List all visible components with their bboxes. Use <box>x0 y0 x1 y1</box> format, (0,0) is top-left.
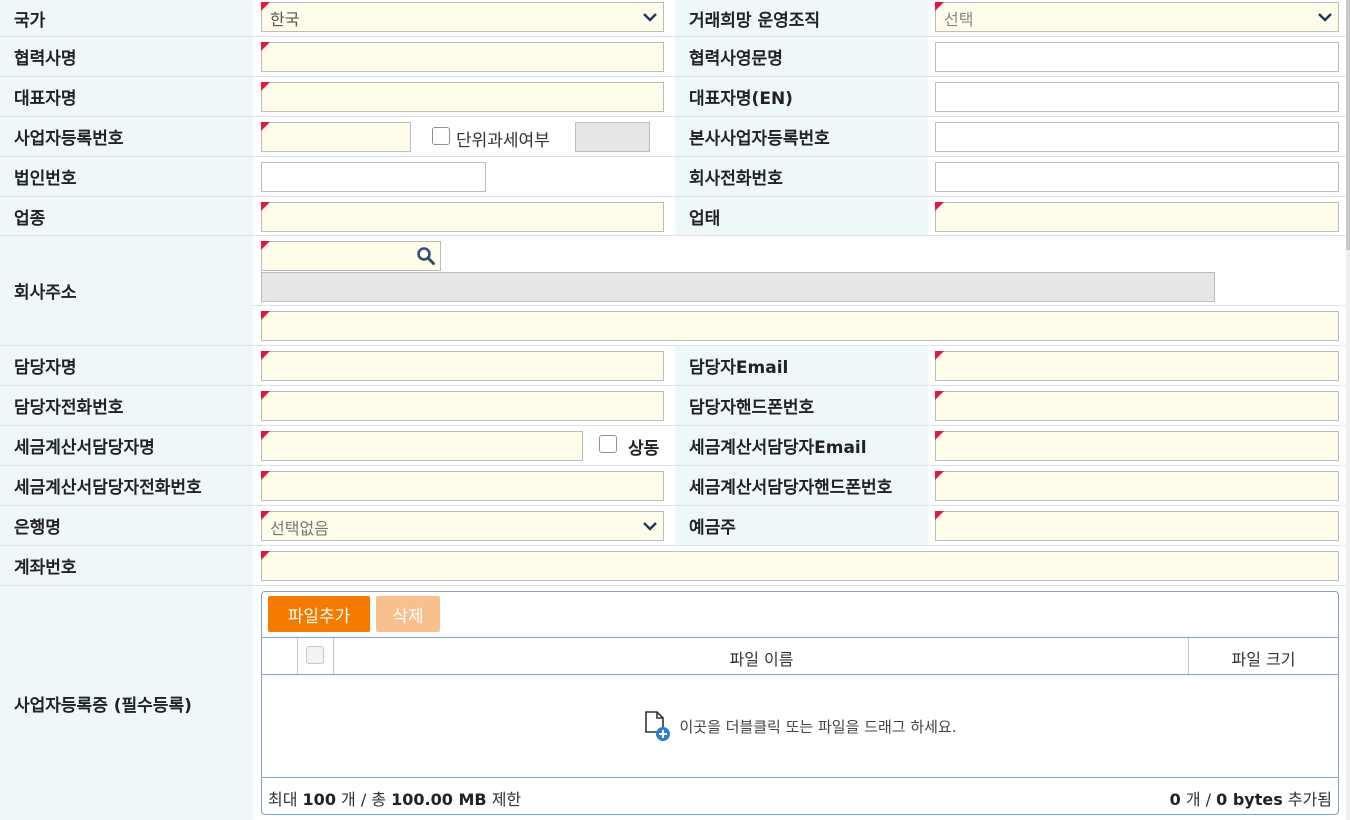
label-corp-no: 법인번호 <box>0 157 253 196</box>
zipcode-input[interactable] <box>261 241 441 271</box>
page-scrollbar[interactable] <box>1346 0 1350 820</box>
depositor-input[interactable] <box>935 511 1339 541</box>
label-partner-name-en: 협력사영문명 <box>675 37 928 76</box>
label-tax-manager-name: 세금계산서담당자명 <box>0 426 253 465</box>
country-select[interactable]: 한국 <box>261 2 664 32</box>
label-trade-org: 거래희망 운영조직 <box>675 0 928 36</box>
chevron-down-icon <box>1318 13 1332 22</box>
business-category-input[interactable] <box>935 202 1339 232</box>
label-partner-name: 협력사명 <box>0 37 253 76</box>
same-as-manager-label: 상동 <box>628 439 660 459</box>
bank-select-value: 선택없음 <box>270 519 329 538</box>
file-table-header: 파일 이름 파일 크기 <box>262 637 1338 675</box>
company-phone-input[interactable] <box>935 162 1339 192</box>
file-drop-zone[interactable]: 이곳을 더블클릭 또는 파일을 드래그 하세요. <box>262 676 1338 776</box>
label-account-no: 계좌번호 <box>0 546 253 585</box>
hq-biz-no-input[interactable] <box>935 122 1339 152</box>
ceo-name-en-input[interactable] <box>935 82 1339 112</box>
chevron-down-icon <box>643 522 657 531</box>
manager-phone-input[interactable] <box>261 391 664 421</box>
row-manager-name: 담당자명 담당자Email <box>0 346 1346 386</box>
uploader-footer: 최대 100 개 / 총 100.00 MB 제한 0 개 / 0 bytes … <box>262 777 1338 814</box>
unit-tax-label: 단위과세여부 <box>456 131 550 151</box>
label-ceo-name: 대표자명 <box>0 77 253 116</box>
address-main-input <box>261 272 1215 302</box>
label-country: 국가 <box>0 0 253 36</box>
tax-manager-mobile-input[interactable] <box>935 471 1339 501</box>
bank-select[interactable]: 선택없음 <box>261 511 664 541</box>
row-partner-name: 협력사명 협력사영문명 <box>0 37 1346 77</box>
biz-no-input[interactable] <box>261 122 411 152</box>
row-tax-manager-phone: 세금계산서담당자전화번호 세금계산서담당자핸드폰번호 <box>0 466 1346 506</box>
add-file-button[interactable]: 파일추가 <box>268 596 370 632</box>
label-manager-phone: 담당자전화번호 <box>0 386 253 425</box>
tax-manager-name-input[interactable] <box>261 431 583 461</box>
unit-tax-value <box>575 122 650 152</box>
manager-email-input[interactable] <box>935 351 1339 381</box>
label-manager-name: 담당자명 <box>0 346 253 385</box>
label-biz-cert: 사업자등록증 (필수등록) <box>0 586 253 820</box>
corp-no-input[interactable] <box>261 162 486 192</box>
unit-tax-checkbox[interactable] <box>432 127 450 145</box>
delete-file-button[interactable]: 삭제 <box>376 596 440 632</box>
account-no-input[interactable] <box>261 551 1339 581</box>
label-tax-manager-mobile: 세금계산서담당자핸드폰번호 <box>675 466 928 505</box>
drop-zone-hint: 이곳을 더블클릭 또는 파일을 드래그 하세요. <box>679 717 957 736</box>
tax-manager-email-input[interactable] <box>935 431 1339 461</box>
manager-mobile-input[interactable] <box>935 391 1339 421</box>
file-uploader[interactable]: 파일추가 삭제 파일 이름 파일 크기 이곳을 더블클릭 또는 파일을 드래그 … <box>261 591 1339 815</box>
label-ceo-name-en: 대표자명(EN) <box>675 77 928 116</box>
row-manager-phone: 담당자전화번호 담당자핸드폰번호 <box>0 386 1346 426</box>
label-company-phone: 회사전화번호 <box>675 157 928 196</box>
partner-name-input[interactable] <box>261 42 664 72</box>
row-country: 국가 한국 거래희망 운영조직 선택 <box>0 0 1346 37</box>
trade-org-select[interactable]: 선택 <box>935 2 1339 32</box>
label-manager-email: 담당자Email <box>675 346 928 385</box>
label-business-category: 업태 <box>675 197 928 235</box>
file-add-icon <box>645 711 671 741</box>
tax-manager-phone-input[interactable] <box>261 471 664 501</box>
file-size-column-header: 파일 크기 <box>1231 650 1296 669</box>
label-address: 회사주소 <box>0 236 253 345</box>
chevron-down-icon <box>643 13 657 22</box>
row-address: 회사주소 <box>0 236 1346 346</box>
row-biz-no: 사업자등록번호 단위과세여부 본사사업자등록번호 <box>0 117 1346 157</box>
row-tax-manager-name: 세금계산서담당자명 상동 세금계산서담당자Email <box>0 426 1346 466</box>
label-business-type: 업종 <box>0 197 253 235</box>
label-tax-manager-email: 세금계산서담당자Email <box>675 426 928 465</box>
label-manager-mobile: 담당자핸드폰번호 <box>675 386 928 425</box>
ceo-name-input[interactable] <box>261 82 664 112</box>
trade-org-select-value: 선택 <box>944 10 974 29</box>
label-tax-manager-phone: 세금계산서담당자전화번호 <box>0 466 253 505</box>
label-bank: 은행명 <box>0 506 253 545</box>
label-biz-no: 사업자등록번호 <box>0 117 253 156</box>
scrollbar-thumb[interactable] <box>1346 0 1350 250</box>
country-select-value: 한국 <box>270 10 300 29</box>
label-depositor: 예금주 <box>675 506 928 545</box>
row-bank: 은행명 선택없음 예금주 <box>0 506 1346 546</box>
same-as-manager-checkbox[interactable] <box>599 435 617 453</box>
business-type-input[interactable] <box>261 202 664 232</box>
manager-name-input[interactable] <box>261 351 664 381</box>
row-business-type: 업종 업태 <box>0 197 1346 236</box>
address-detail-input[interactable] <box>261 311 1339 341</box>
label-hq-biz-no: 본사사업자등록번호 <box>675 117 928 156</box>
row-corp-no: 법인번호 회사전화번호 <box>0 157 1346 197</box>
partner-name-en-input[interactable] <box>935 42 1339 72</box>
select-all-files-checkbox[interactable] <box>306 646 324 664</box>
row-ceo-name: 대표자명 대표자명(EN) <box>0 77 1346 117</box>
row-account-no: 계좌번호 <box>0 546 1346 586</box>
upload-limit-text: 최대 100 개 / 총 100.00 MB 제한 <box>268 790 522 809</box>
search-icon[interactable] <box>416 246 436 266</box>
upload-status-text: 0 개 / 0 bytes 추가됨 <box>1169 790 1332 809</box>
file-name-column-header: 파일 이름 <box>729 650 794 669</box>
